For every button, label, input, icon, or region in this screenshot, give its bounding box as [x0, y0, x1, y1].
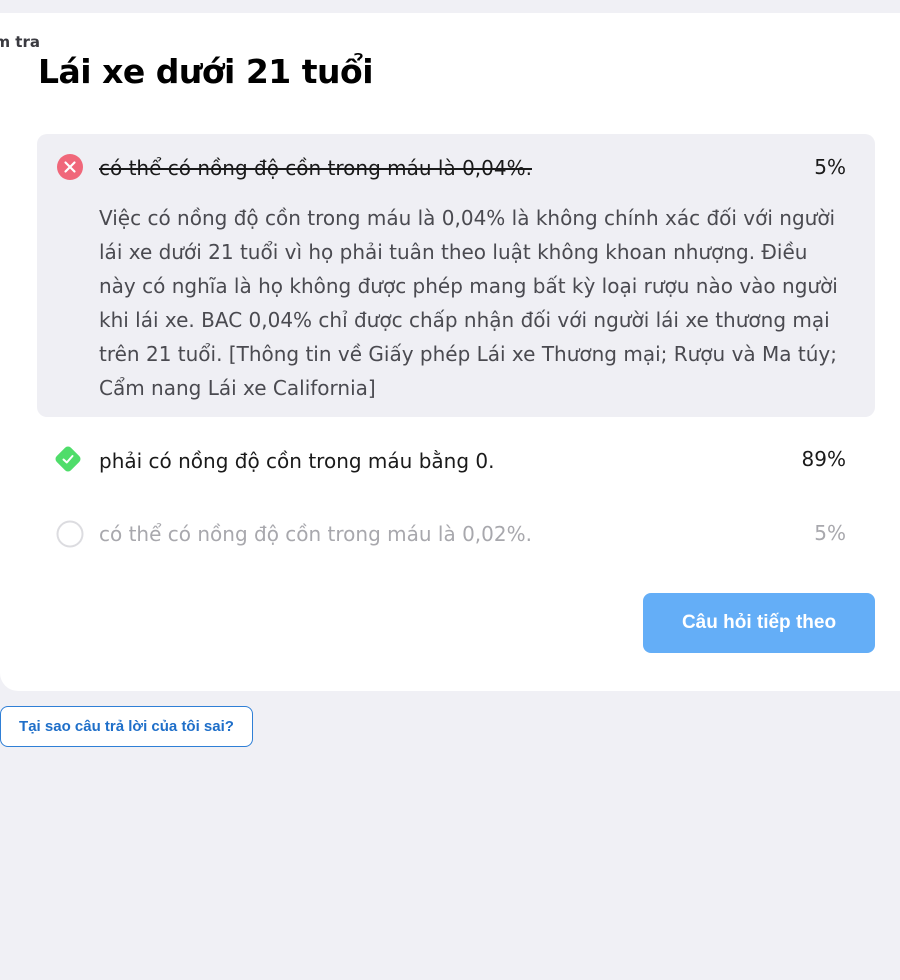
answer-option-3-percent: 5% — [814, 521, 846, 545]
answer-option-2-percent: 89% — [801, 447, 846, 471]
empty-circle-icon — [56, 520, 84, 548]
answer-option-1[interactable]: có thể có nồng độ cồn trong máu là 0,04%… — [99, 156, 532, 180]
question-title: Lái xe dưới 21 tuổi — [38, 52, 374, 91]
answer-option-1-percent: 5% — [814, 155, 846, 179]
answer-option-2[interactable]: phải có nồng độ cồn trong máu bằng 0. — [99, 449, 494, 473]
check-diamond-icon — [55, 446, 81, 472]
x-circle-icon — [57, 154, 83, 180]
next-question-button[interactable]: Câu hỏi tiếp theo — [643, 593, 875, 653]
answer-explanation: Việc có nồng độ cồn trong máu là 0,04% l… — [99, 206, 838, 400]
answer-option-3[interactable]: có thể có nồng độ cồn trong máu là 0,02%… — [99, 522, 532, 546]
breadcrumb[interactable]: Kiểm tra — [0, 33, 40, 51]
why-wrong-button[interactable]: Tại sao câu trả lời của tôi sai? — [0, 706, 253, 747]
